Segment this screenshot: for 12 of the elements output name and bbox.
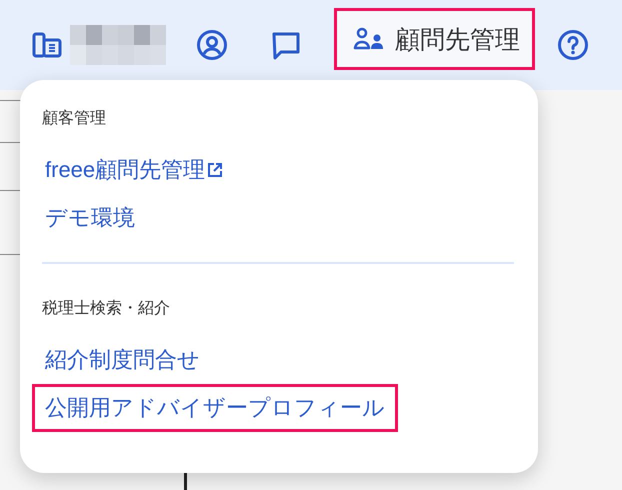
menu-link[interactable]: 紹介制度問合せ — [32, 336, 213, 384]
clients-button[interactable]: 顧問先管理 — [334, 8, 535, 70]
account-icon[interactable] — [196, 29, 228, 61]
menu-link[interactable]: freee顧問先管理 — [32, 146, 236, 194]
section-heading: 税理士検索・紹介 — [42, 298, 170, 319]
section-heading: 顧客管理 — [42, 108, 106, 129]
office-icon[interactable] — [32, 32, 62, 58]
external-link-icon — [207, 162, 224, 178]
menu-link[interactable]: デモ環境 — [32, 194, 148, 242]
help-icon[interactable] — [557, 29, 589, 61]
people-icon — [353, 27, 385, 51]
menu-link[interactable]: 公開用アドバイザープロフィール — [32, 384, 398, 432]
